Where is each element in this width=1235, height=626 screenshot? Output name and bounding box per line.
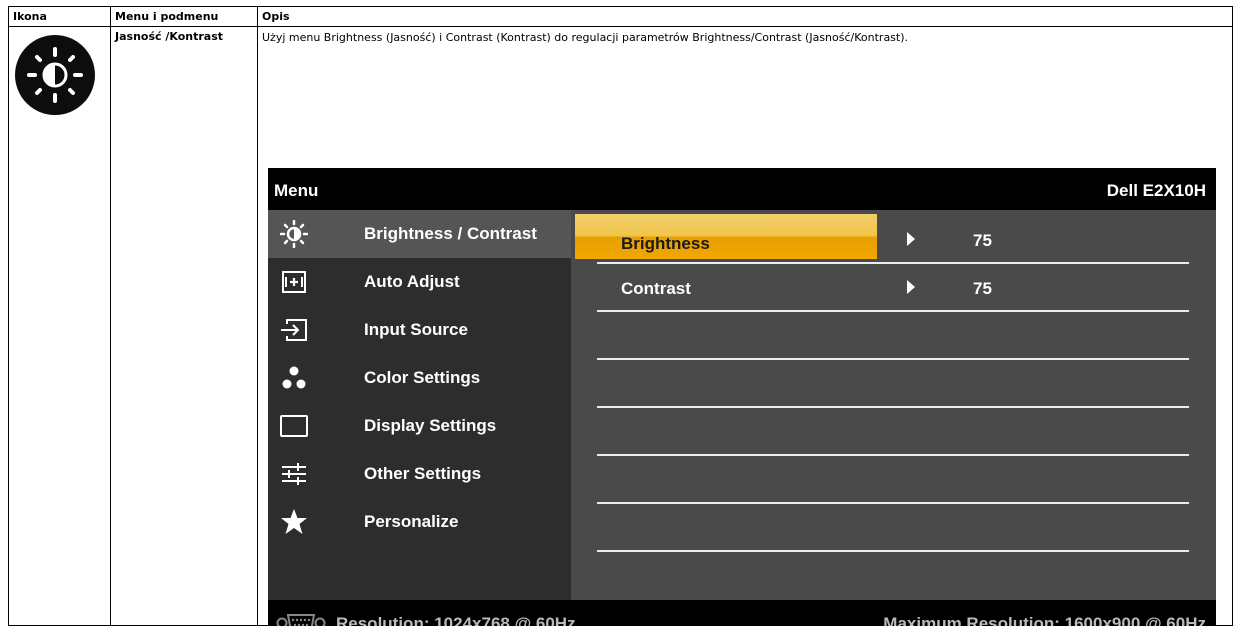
menu-item-color-settings[interactable]: Color Settings	[268, 354, 571, 402]
header-description: Opis	[257, 6, 1233, 27]
submenu-label: Brightness	[621, 234, 710, 253]
current-resolution: Resolution: 1024x768 @ 60Hz	[336, 614, 576, 626]
osd-screenshot: Menu Dell E2X10H Brightness / Contrast A…	[268, 168, 1216, 626]
submenu-value: 75	[973, 231, 992, 250]
table-row: Jasność /Kontrast Użyj menu Brightness (…	[8, 26, 1233, 626]
menu-label: Jasność /Kontrast	[115, 30, 223, 43]
description-text: Użyj menu Brightness (Jasność) i Contras…	[262, 31, 909, 44]
menu-item-label: Auto Adjust	[364, 272, 460, 291]
arrow-right-icon	[907, 280, 915, 294]
icon-cell	[8, 26, 111, 626]
menu-cell: Jasność /Kontrast	[110, 26, 258, 626]
arrow-right-icon	[907, 232, 915, 246]
menu-item-display-settings[interactable]: Display Settings	[268, 402, 571, 450]
osd-menu-list: Brightness / Contrast Auto Adjust Input …	[268, 210, 571, 600]
star-icon	[281, 509, 307, 534]
menu-item-label: Brightness / Contrast	[364, 224, 537, 243]
menu-item-label: Input Source	[364, 320, 468, 339]
table-header-row: Ikona Menu i podmenu Opis	[8, 6, 1233, 27]
vga-connector-icon	[276, 614, 326, 626]
osd-model: Dell E2X10H	[1106, 181, 1206, 200]
brightness-icon	[280, 220, 308, 248]
brightness-contrast-icon	[15, 35, 95, 115]
submenu-item-brightness[interactable]: Brightness 75	[571, 216, 1216, 264]
menu-item-label: Display Settings	[364, 416, 497, 435]
description-cell: Użyj menu Brightness (Jasność) i Contras…	[257, 26, 1233, 626]
menu-item-personalize[interactable]: Personalize	[268, 498, 571, 546]
submenu-empty-row	[571, 504, 1216, 552]
menu-description-table: Ikona Menu i podmenu Opis Jasność /Kontr…	[8, 6, 1233, 626]
input-source-icon	[281, 319, 307, 341]
osd-header: Menu Dell E2X10H	[268, 168, 1216, 210]
display-settings-icon	[280, 415, 308, 437]
header-icon: Ikona	[8, 6, 111, 27]
osd-footer: Resolution: 1024x768 @ 60Hz Maximum Reso…	[268, 600, 1216, 626]
menu-item-other-settings[interactable]: Other Settings	[268, 450, 571, 498]
menu-item-label: Other Settings	[364, 464, 482, 483]
color-settings-icon	[282, 366, 306, 389]
osd-submenu: Brightness 75 Contrast 75	[571, 210, 1216, 600]
submenu-label: Contrast	[621, 279, 691, 298]
menu-item-auto-adjust[interactable]: Auto Adjust	[268, 258, 571, 306]
maximum-resolution: Maximum Resolution: 1600x900 @ 60Hz	[883, 614, 1206, 626]
divider	[597, 550, 1189, 552]
submenu-value: 75	[973, 279, 992, 298]
submenu-empty-row	[571, 456, 1216, 504]
submenu-empty-row	[571, 312, 1216, 360]
header-menu: Menu i podmenu	[110, 6, 258, 27]
osd-title: Menu	[274, 181, 319, 200]
submenu-empty-row	[571, 360, 1216, 408]
submenu-empty-row	[571, 408, 1216, 456]
submenu-item-contrast[interactable]: Contrast 75	[571, 264, 1216, 312]
menu-item-brightness-contrast[interactable]: Brightness / Contrast	[268, 210, 571, 258]
other-settings-icon	[282, 463, 306, 485]
menu-item-label: Color Settings	[364, 368, 481, 387]
auto-adjust-icon	[282, 271, 306, 293]
menu-item-input-source[interactable]: Input Source	[268, 306, 571, 354]
menu-item-label: Personalize	[364, 512, 459, 531]
